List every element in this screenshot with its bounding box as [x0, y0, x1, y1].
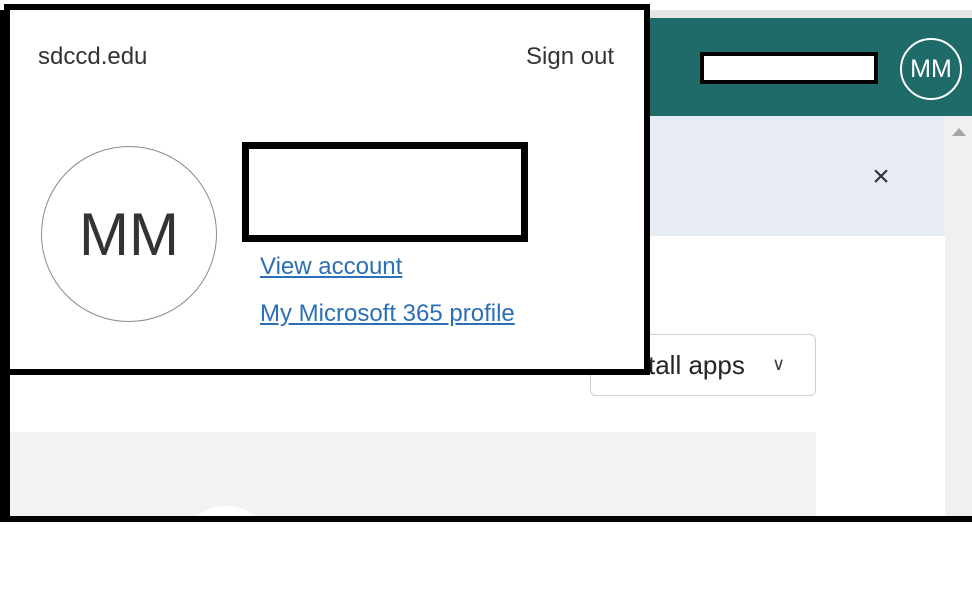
install-apps-label: tall apps	[648, 350, 745, 380]
redacted-username	[700, 52, 878, 84]
frame-border-bottom	[0, 516, 972, 522]
view-account-link[interactable]: View account	[260, 253, 402, 281]
content-panel	[10, 432, 816, 516]
organization-name: sdccd.edu	[38, 43, 148, 70]
notification-banner	[640, 116, 945, 236]
chevron-down-icon: ∨	[772, 354, 786, 374]
account-avatar-button[interactable]: MM	[900, 38, 962, 100]
scroll-up-icon[interactable]	[952, 128, 966, 136]
profile-avatar: MM	[41, 146, 217, 322]
redacted-user-info	[242, 142, 528, 242]
microsoft-365-profile-link[interactable]: My Microsoft 365 profile	[260, 300, 515, 328]
scrollbar[interactable]	[945, 116, 972, 522]
close-icon[interactable]: ×	[866, 162, 896, 192]
browser-edge	[640, 10, 972, 18]
sign-out-link[interactable]: Sign out	[526, 43, 614, 71]
